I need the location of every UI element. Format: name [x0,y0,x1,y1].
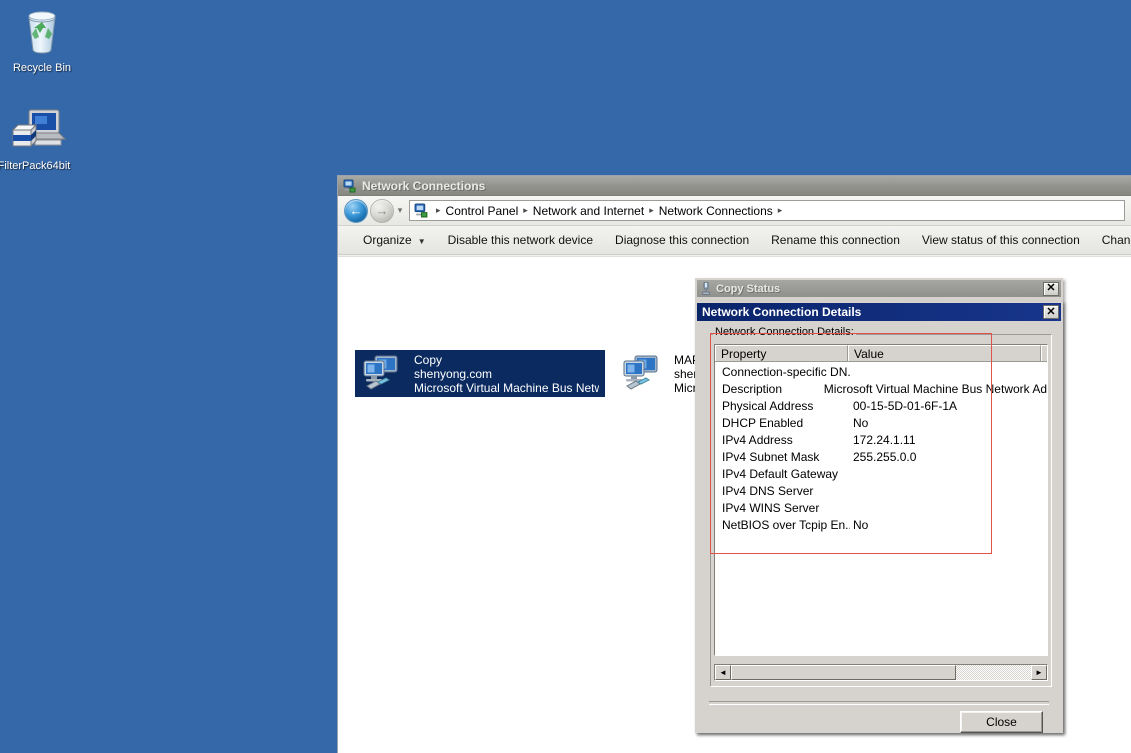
connection-domain: shenyong.com [414,366,493,381]
toolbar-diagnose-connection-button[interactable]: Diagnose this connection [604,233,760,247]
network-adapter-icon [361,354,407,394]
scroll-left-icon[interactable]: ◄ [715,665,731,680]
table-header-row: Property Value [715,345,1047,362]
column-header-filler [1041,345,1047,361]
row-property: IPv4 Address [722,433,793,447]
row-property: IPv4 Subnet Mask [722,450,820,464]
row-value: No [853,518,869,532]
table-row[interactable]: DHCP Enabled No [715,415,1047,432]
back-arrow-icon[interactable]: ← [344,198,368,223]
ncd-titlebar[interactable]: Network Connection Details ✕ [697,303,1061,321]
navigation-bar: ← → ▾ ▸ Control Panel ▸ Network and Inte… [338,196,1131,226]
network-connections-icon [343,179,357,193]
desktop-icon-label: Recycle Bin [12,62,72,74]
row-property: DHCP Enabled [722,416,804,430]
breadcrumb-separator[interactable]: ▸ [518,205,533,216]
connection-tile-text: Copy shenyong.com Microsoft Virtual Mach… [414,353,599,395]
toolbar-view-status-button[interactable]: View status of this connection [911,233,1091,247]
breadcrumb-item-network-connections[interactable]: Network Connections [659,204,773,218]
toolbar-disable-device-button[interactable]: Disable this network device [437,233,604,247]
breadcrumb[interactable]: ▸ Control Panel ▸ Network and Internet ▸… [409,200,1125,221]
command-toolbar: Organize ▼ Disable this network device Di… [338,226,1131,255]
row-property: Description [722,382,783,396]
network-adapter-icon [621,354,667,394]
desktop-icon-filterpack[interactable]: FilterPack64bit [0,104,77,173]
toolbar-change-settings-button[interactable]: Change settings of this co [1091,233,1131,247]
toolbar-organize-label: Organize [363,233,412,247]
scrollbar-thumb[interactable] [731,665,956,680]
connection-details-table[interactable]: Property Value Connection-specific DN...… [714,344,1048,656]
chevron-down-icon: ▼ [417,237,426,246]
desktop-icon-label: FilterPack64bit [0,160,71,172]
row-value: No [853,416,869,430]
close-icon[interactable]: ✕ [1043,305,1059,319]
row-value [850,466,853,483]
desktop-icon-recycle-bin[interactable]: Recycle Bin [0,6,85,75]
ncd-group-box: Network Connection Details: Property Val… [710,326,1052,687]
installer-package-icon [0,104,77,154]
window-title: Network Connections [362,178,486,193]
table-row[interactable]: Physical Address 00-15-5D-01-6F-1A [715,398,1047,415]
row-value: 00-15-5D-01-6F-1A [853,399,958,413]
connection-adapter: Microsoft Virtual Machine Bus Networ... [414,380,599,395]
table-row[interactable]: IPv4 Address 172.24.1.11 [715,432,1047,449]
forward-arrow-icon[interactable]: → [370,198,394,223]
close-icon[interactable]: ✕ [1043,281,1059,296]
network-connection-details-dialog: Network Connection Details ✕ Network Con… [695,301,1063,733]
row-property: IPv4 DNS Server [722,484,814,498]
row-value [850,483,853,500]
row-property: Physical Address [722,399,814,413]
window-titlebar[interactable]: Network Connections [338,176,1131,196]
breadcrumb-item-network-and-internet[interactable]: Network and Internet [533,204,644,218]
row-property: Connection-specific DN... [722,365,850,379]
copy-status-title: Copy Status [716,282,781,295]
network-status-icon [701,281,711,295]
toolbar-rename-connection-button[interactable]: Rename this connection [760,233,911,247]
row-value: 172.24.1.11 [853,433,916,447]
recycle-bin-icon [0,6,85,56]
breadcrumb-item-control-panel[interactable]: Control Panel [446,204,519,218]
chevron-down-icon[interactable]: ▾ [394,205,406,216]
table-row[interactable]: IPv4 WINS Server [715,500,1047,517]
row-property: IPv4 Default Gateway [722,467,839,481]
ncd-body: Network Connection Details: Property Val… [699,323,1059,733]
table-row[interactable]: Connection-specific DN... [715,364,1047,381]
table-row[interactable]: IPv4 Default Gateway [715,466,1047,483]
row-value [850,364,853,381]
connection-name: Copy [414,352,443,367]
table-row[interactable]: IPv4 DNS Server [715,483,1047,500]
table-row[interactable]: NetBIOS over Tcpip En... No [715,517,1047,534]
row-value: Microsoft Virtual Machine Bus Network Ad [823,382,1047,396]
horizontal-scrollbar[interactable]: ◄ ► [714,664,1048,681]
table-row[interactable]: Description Microsoft Virtual Machine Bu… [715,381,1047,398]
scrollbar-track[interactable] [731,665,1031,680]
row-property: IPv4 WINS Server [722,501,820,515]
toolbar-organize-button[interactable]: Organize ▼ [352,233,437,247]
table-body: Connection-specific DN... Description Mi… [715,362,1047,534]
scroll-right-icon[interactable]: ► [1031,665,1047,680]
row-value: 255.255.0.0 [853,450,917,464]
copy-status-titlebar[interactable]: Copy Status ✕ [697,280,1061,297]
dialog-divider [709,701,1049,705]
breadcrumb-separator[interactable]: ▸ [644,205,659,216]
row-property: NetBIOS over Tcpip En... [722,518,850,532]
ncd-group-label: Network Connection Details: [713,326,856,338]
ncd-title: Network Connection Details [702,305,862,319]
column-header-value[interactable]: Value [847,345,1041,361]
row-value [850,500,853,517]
breadcrumb-separator[interactable]: ▸ [431,205,446,216]
table-row[interactable]: IPv4 Subnet Mask 255.255.0.0 [715,449,1047,466]
address-bar-icon [414,203,429,218]
connection-tile-copy[interactable]: Copy shenyong.com Microsoft Virtual Mach… [355,350,605,397]
breadcrumb-separator[interactable]: ▸ [773,205,788,216]
close-button[interactable]: Close [960,711,1043,733]
column-header-property[interactable]: Property [715,345,848,361]
